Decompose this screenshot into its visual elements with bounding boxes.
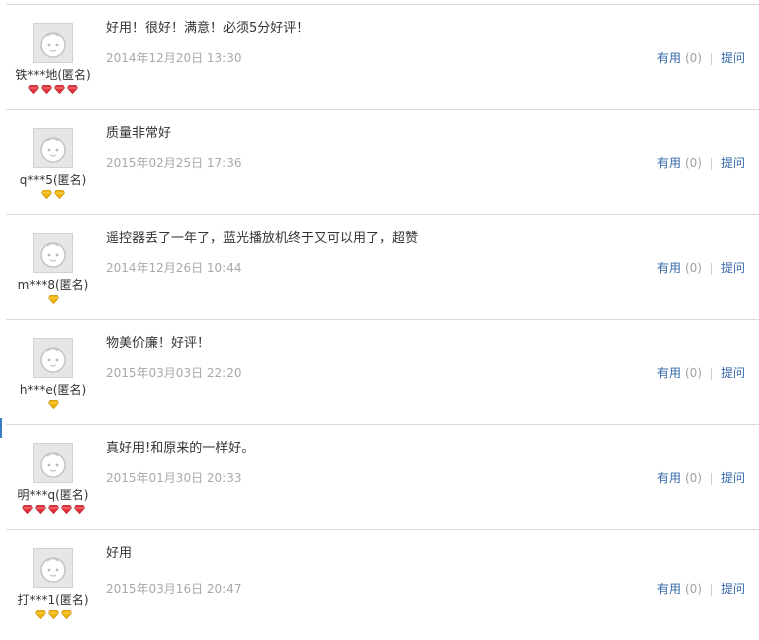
- user-level-badges: [6, 190, 100, 199]
- review-date: 2015年03月16日 20:47: [106, 582, 242, 596]
- review-text: 物美价廉！好评！: [106, 336, 211, 351]
- useful-count: (0): [684, 471, 702, 485]
- review-date: 2014年12月26日 10:44: [106, 261, 242, 275]
- review-item: 打***1(匿名) 好用 2015年03月16日 20:47 有用 (0) 提问: [6, 530, 759, 640]
- default-avatar-icon: [34, 24, 72, 62]
- avatar[interactable]: [33, 23, 73, 63]
- review-item: 明***q(匿名) 真好用!和原来的一样好。 2015年01月30日 20:33…: [6, 425, 759, 530]
- ask-question-link[interactable]: 提问: [721, 582, 745, 596]
- user-name: 明***q(匿名): [17, 488, 89, 502]
- ask-question-link[interactable]: 提问: [721, 471, 745, 485]
- review-text: 遥控器丢了一年了，蓝光播放机终于又可以用了，超赞: [106, 231, 419, 246]
- useful-button[interactable]: 有用: [657, 156, 681, 170]
- review-item: 铁***地(匿名) 好用！很好！满意！必须5分好评！ 2014年12月20日 1…: [6, 5, 759, 110]
- scroll-marker: [0, 418, 2, 438]
- user-name: q***5(匿名): [19, 173, 87, 187]
- default-avatar-icon: [34, 129, 72, 167]
- review-date: 2015年03月03日 22:20: [106, 366, 242, 380]
- review-actions: 有用 (0) 提问: [657, 49, 745, 66]
- useful-button[interactable]: 有用: [657, 51, 681, 65]
- ask-question-link[interactable]: 提问: [721, 51, 745, 65]
- review-text: 好用！很好！满意！必须5分好评！: [106, 21, 310, 36]
- gold-diamond-icon: [47, 400, 59, 409]
- gold-diamond-icon: [34, 610, 46, 619]
- gold-diamond-icon: [41, 190, 52, 199]
- gold-diamond-icon: [54, 190, 65, 199]
- action-divider: [710, 583, 712, 596]
- red-diamond-icon: [47, 505, 59, 514]
- review-actions: 有用 (0) 提问: [657, 259, 745, 276]
- avatar[interactable]: [33, 233, 73, 273]
- review-actions: 有用 (0) 提问: [657, 469, 745, 486]
- useful-button[interactable]: 有用: [657, 471, 681, 485]
- avatar[interactable]: [33, 338, 73, 378]
- action-divider: [710, 52, 712, 65]
- gold-diamond-icon: [47, 295, 59, 304]
- review-date: 2015年02月25日 17:36: [106, 156, 242, 170]
- review-item: m***8(匿名) 遥控器丢了一年了，蓝光播放机终于又可以用了，超赞 2014年…: [6, 215, 759, 320]
- red-diamond-icon: [34, 505, 46, 514]
- default-avatar-icon: [34, 339, 72, 377]
- gold-diamond-icon: [60, 610, 72, 619]
- user-level-badges: [6, 400, 100, 409]
- review-item: q***5(匿名) 质量非常好 2015年02月25日 17:36 有用 (0) 提…: [6, 110, 759, 215]
- useful-count: (0): [684, 366, 702, 380]
- action-divider: [710, 367, 712, 380]
- action-divider: [710, 157, 712, 170]
- user-name: 打***1(匿名): [17, 593, 89, 607]
- review-item: h***e(匿名) 物美价廉！好评！ 2015年03月03日 22:20 有用(…: [6, 320, 759, 425]
- review-actions: 有用 (0) 提问: [657, 580, 745, 597]
- useful-button[interactable]: 有用: [657, 261, 681, 275]
- user-level-badges: [6, 85, 100, 94]
- user-level-badges: [6, 610, 100, 619]
- ask-question-link[interactable]: 提问: [721, 366, 745, 380]
- review-date: 2015年01月30日 20:33: [106, 471, 242, 485]
- useful-count: (0): [684, 261, 702, 275]
- review-actions: 有用 (0) 提问: [657, 364, 745, 381]
- red-diamond-icon: [28, 85, 39, 94]
- review-text: 好用: [106, 546, 133, 561]
- red-diamond-icon: [54, 85, 65, 94]
- user-name: h***e(匿名): [19, 383, 87, 397]
- action-divider: [710, 262, 712, 275]
- red-diamond-icon: [73, 505, 85, 514]
- useful-button[interactable]: 有用: [657, 366, 681, 380]
- user-level-badges: [6, 505, 100, 514]
- ask-question-link[interactable]: 提问: [721, 261, 745, 275]
- action-divider: [710, 472, 712, 485]
- avatar[interactable]: [33, 128, 73, 168]
- ask-question-link[interactable]: 提问: [721, 156, 745, 170]
- review-date: 2014年12月20日 13:30: [106, 51, 242, 65]
- user-name: m***8(匿名): [17, 278, 89, 292]
- red-diamond-icon: [21, 505, 33, 514]
- red-diamond-icon: [41, 85, 52, 94]
- useful-count: (0): [684, 582, 702, 596]
- review-list: 铁***地(匿名) 好用！很好！满意！必须5分好评！ 2014年12月20日 1…: [6, 5, 759, 640]
- user-level-badges: [6, 295, 100, 304]
- useful-button[interactable]: 有用: [657, 582, 681, 596]
- useful-count: (0): [684, 156, 702, 170]
- red-diamond-icon: [67, 85, 78, 94]
- user-name: 铁***地(匿名): [15, 68, 91, 82]
- avatar[interactable]: [33, 443, 73, 483]
- red-diamond-icon: [60, 505, 72, 514]
- review-text: 真好用!和原来的一样好。: [106, 441, 255, 456]
- review-actions: 有用 (0) 提问: [657, 154, 745, 171]
- review-text: 质量非常好: [106, 126, 172, 141]
- default-avatar-icon: [34, 549, 72, 587]
- useful-count: (0): [684, 51, 702, 65]
- gold-diamond-icon: [47, 610, 59, 619]
- default-avatar-icon: [34, 234, 72, 272]
- default-avatar-icon: [34, 444, 72, 482]
- avatar[interactable]: [33, 548, 73, 588]
